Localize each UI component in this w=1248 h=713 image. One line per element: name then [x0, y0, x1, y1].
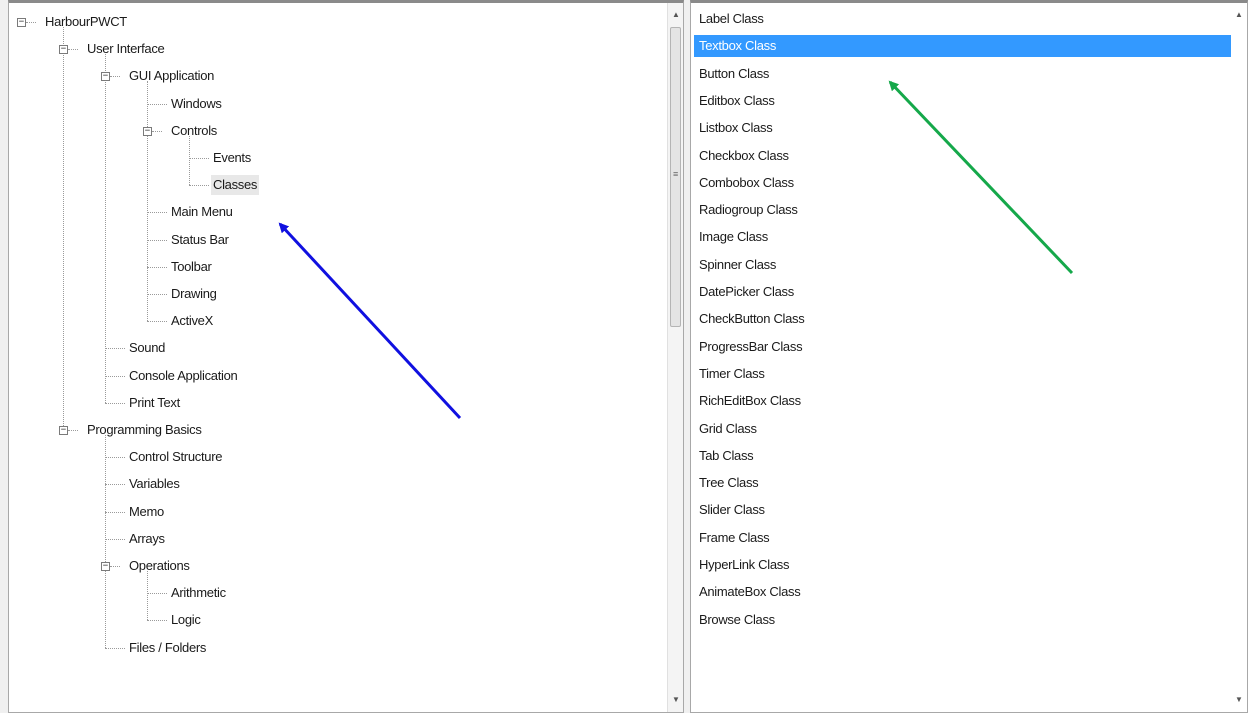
tree-node[interactable]: Main Menu [169, 202, 235, 222]
class-list-item[interactable]: RichEditBox Class [697, 390, 1233, 412]
tree-node[interactable]: Events [211, 148, 253, 168]
tree-connector [189, 135, 190, 186]
scroll-down-icon[interactable]: ▼ [668, 692, 683, 708]
class-list-item[interactable]: Checkbox Class [697, 145, 1233, 167]
tree-node[interactable]: Windows [169, 94, 224, 114]
tree-connector [68, 430, 78, 431]
tree-node[interactable]: Console Application [127, 366, 240, 386]
collapse-toggle-icon[interactable]: − [59, 426, 68, 435]
tree-node[interactable]: Files / Folders [127, 638, 208, 658]
class-list-item[interactable]: Textbox Class [694, 35, 1234, 58]
class-list-item[interactable]: Image Class [697, 226, 1233, 248]
class-list-item[interactable]: Grid Class [697, 418, 1233, 440]
tree-connector [189, 158, 209, 159]
tree-connector [147, 266, 167, 268]
tree-connector [63, 27, 64, 430]
class-list-item[interactable]: Editbox Class [697, 90, 1233, 112]
tree-connector [147, 81, 148, 322]
tree-node[interactable]: Arithmetic [169, 583, 228, 603]
tree-connector [147, 571, 148, 621]
tree-node[interactable]: Variables [127, 474, 182, 494]
class-list-item[interactable]: Tree Class [697, 472, 1233, 494]
tree-connector [152, 130, 162, 132]
scroll-thumb[interactable]: ≡ [670, 27, 681, 327]
tree-connector [68, 49, 78, 51]
class-list-item[interactable]: DatePicker Class [697, 281, 1233, 303]
tree-node[interactable]: Memo [127, 502, 166, 522]
scroll-up-icon[interactable]: ▲ [1231, 7, 1247, 23]
list-scrollbar[interactable]: ▲ ▼ [1231, 3, 1247, 712]
class-list-item[interactable]: Spinner Class [697, 254, 1233, 276]
tree-connector [147, 212, 167, 214]
tree-node[interactable]: Arrays [127, 529, 167, 549]
tree-node[interactable]: Programming Basics [85, 420, 204, 440]
tree-node[interactable]: Drawing [169, 284, 219, 304]
tree-connector [147, 239, 167, 241]
tree-connector [105, 54, 106, 403]
collapse-toggle-icon[interactable]: − [143, 126, 152, 136]
tree-node[interactable]: ActiveX [169, 311, 215, 331]
tree-connector [105, 375, 125, 377]
tree-node[interactable]: Status Bar [169, 230, 231, 250]
collapse-toggle-icon[interactable]: − [101, 72, 110, 82]
collapse-toggle-icon[interactable]: − [101, 562, 110, 571]
class-list-item[interactable]: Combobox Class [697, 172, 1233, 194]
tree-connector [105, 538, 125, 540]
scroll-up-icon[interactable]: ▲ [668, 7, 683, 23]
tree-connector [147, 294, 167, 295]
tree-connector [110, 566, 120, 567]
class-list-item[interactable]: Listbox Class [697, 117, 1233, 139]
tree-connector [105, 647, 125, 649]
tree-connector [105, 402, 125, 404]
tree-node[interactable]: Sound [127, 338, 167, 358]
class-list-item[interactable]: Timer Class [697, 363, 1233, 385]
collapse-toggle-icon[interactable]: − [59, 45, 68, 55]
class-list-item[interactable]: Slider Class [697, 499, 1233, 521]
class-list-item[interactable]: HyperLink Class [697, 554, 1233, 576]
tree-scrollbar[interactable]: ▲ ≡ ▼ [667, 3, 683, 712]
tree-node[interactable]: Toolbar [169, 257, 214, 277]
class-list-item[interactable]: Label Class [697, 8, 1233, 30]
class-list-item[interactable]: Radiogroup Class [697, 199, 1233, 221]
class-list-item[interactable]: ProgressBar Class [697, 336, 1233, 358]
tree-connector [110, 76, 120, 78]
tree-node[interactable]: Logic [169, 610, 203, 630]
tree-connector [147, 321, 167, 323]
tree-connector [105, 511, 125, 513]
tree-node[interactable]: HarbourPWCT [43, 12, 129, 32]
tree-node[interactable]: Classes [211, 175, 260, 196]
tree-node[interactable]: Operations [127, 556, 192, 576]
tree-node[interactable]: Control Structure [127, 447, 224, 467]
class-list-item[interactable]: Tab Class [697, 445, 1233, 467]
class-list-item[interactable]: Button Class [697, 63, 1233, 85]
class-list-item[interactable]: Frame Class [697, 527, 1233, 549]
class-list[interactable]: Label Class Textbox Class Button Class Edit… [690, 0, 1248, 713]
class-list-item[interactable]: Browse Class [697, 609, 1233, 631]
scroll-down-icon[interactable]: ▼ [1231, 692, 1247, 708]
tree-connector [105, 484, 125, 486]
tree-node[interactable]: Print Text [127, 393, 182, 413]
class-list-item[interactable]: CheckButton Class [697, 308, 1233, 330]
tree-node[interactable]: Controls [169, 121, 219, 141]
tree-connector [105, 435, 106, 648]
grip-icon: ≡ [673, 169, 678, 179]
tree-connector [189, 185, 209, 187]
tree-connector [26, 22, 36, 23]
class-list-item[interactable]: AnimateBox Class [697, 581, 1233, 603]
tree-connector [105, 457, 125, 459]
tree-connector [105, 348, 125, 350]
collapse-toggle-icon[interactable]: − [17, 18, 26, 27]
tree-node[interactable]: GUI Application [127, 66, 216, 86]
tree-connector [147, 103, 167, 105]
tree-connector [147, 620, 167, 622]
tree-node[interactable]: User Interface [85, 39, 166, 59]
tree-view[interactable]: − HarbourPWCT − User Interface − GUI Applicat… [8, 0, 684, 713]
tree-connector [147, 593, 167, 595]
